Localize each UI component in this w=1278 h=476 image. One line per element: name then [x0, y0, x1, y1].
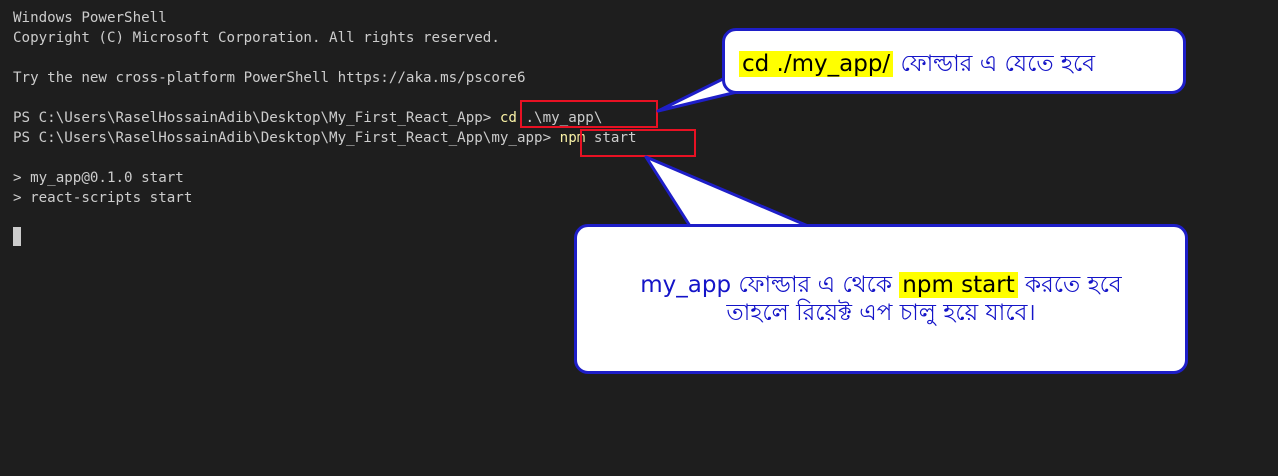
- callout-npm-line2: তাহলে রিয়েক্ট এপ চালু হয়ে যাবে।: [726, 300, 1036, 326]
- callout-cd-text: ফোল্ডার এ যেতে হবে: [893, 51, 1096, 77]
- callout-cd-highlight: cd ./my_app/: [739, 51, 894, 77]
- callout-npm-prefix: my_app ফোল্ডার এ থেকে: [640, 272, 900, 298]
- callout-npm-highlight: npm start: [899, 272, 1018, 298]
- callout-cd-instruction: cd ./my_app/ ফোল্ডার এ যেতে হবে: [722, 28, 1186, 94]
- callout-npm-instruction: my_app ফোল্ডার এ থেকে npm start করতে হবে…: [574, 224, 1188, 374]
- callout-npm-suffix: করতে হবে: [1017, 272, 1122, 298]
- bottom-callout-pointer: [644, 155, 810, 228]
- callout-npm-line1: my_app ফোল্ডার এ থেকে npm start করতে হবে: [577, 271, 1185, 299]
